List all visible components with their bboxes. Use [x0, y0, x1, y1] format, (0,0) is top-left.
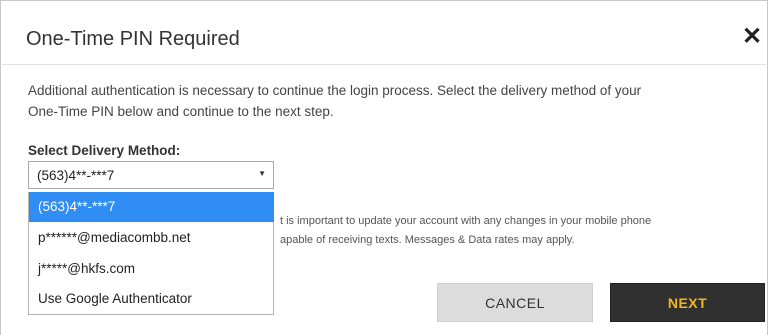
next-button[interactable]: NEXT	[610, 283, 765, 322]
dialog-border-top	[0, 0, 768, 1]
chevron-down-icon: ▼	[258, 169, 266, 178]
option-label: j*****@hkfs.com	[38, 261, 135, 276]
dialog-border-left	[0, 0, 1, 335]
option-phone[interactable]: (563)4**-***7	[29, 192, 274, 222]
option-google-authenticator[interactable]: Use Google Authenticator	[29, 284, 274, 314]
otp-dialog: One-Time PIN Required ✕ Additional authe…	[0, 0, 768, 335]
dialog-description: Additional authentication is necessary t…	[28, 80, 718, 122]
option-label: Use Google Authenticator	[38, 291, 192, 306]
delivery-method-label: Select Delivery Method:	[28, 143, 181, 158]
selected-value: (563)4**-***7	[37, 168, 115, 183]
delivery-method-select[interactable]: (563)4**-***7 ▼	[28, 161, 274, 189]
option-label: (563)4**-***7	[38, 199, 116, 214]
notice-line: apable of receiving texts. Messages & Da…	[280, 234, 575, 246]
notice-line: t is important to update your account wi…	[280, 215, 652, 227]
description-line: Additional authentication is necessary t…	[28, 83, 642, 98]
close-icon[interactable]: ✕	[740, 22, 764, 50]
option-email-mediacombb[interactable]: p******@mediacombb.net	[29, 223, 274, 253]
header-divider	[2, 64, 766, 65]
description-line: One-Time PIN below and continue to the n…	[28, 104, 334, 119]
delivery-options-list: (563)4**-***7 p******@mediacombb.net j**…	[28, 192, 274, 315]
option-label: p******@mediacombb.net	[38, 230, 191, 245]
cancel-button[interactable]: CANCEL	[437, 283, 593, 322]
option-email-hkfs[interactable]: j*****@hkfs.com	[29, 254, 274, 284]
sms-notice: t is important to update your account wi…	[280, 212, 720, 250]
dialog-title: One-Time PIN Required	[26, 28, 240, 50]
